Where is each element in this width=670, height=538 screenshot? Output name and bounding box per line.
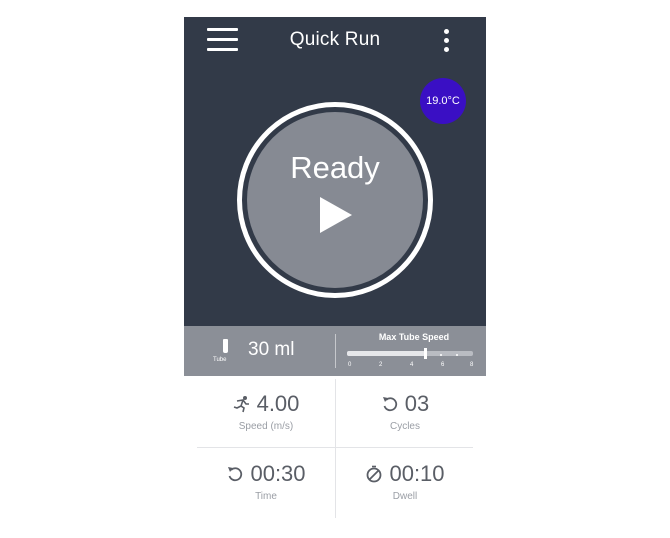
runner-icon (233, 396, 249, 413)
tube-volume[interactable]: 30 ml (248, 339, 294, 361)
divider (197, 447, 473, 448)
more-vertical-icon[interactable] (440, 27, 454, 53)
dwell-value: 00:10 (389, 461, 445, 486)
status-label: Ready (290, 150, 380, 185)
slider-tick: 4 (410, 362, 414, 368)
slider-tick: 6 (441, 362, 445, 368)
speed-label: Speed (m/s) (238, 421, 294, 432)
time-value: 00:30 (250, 461, 306, 486)
cycles-value: 03 (404, 391, 430, 416)
time-label: Time (255, 491, 277, 502)
slider-dot (440, 354, 442, 356)
play-icon (320, 197, 352, 233)
time-cell[interactable]: 00:30 Time (197, 449, 335, 517)
repeat-icon (382, 397, 397, 412)
dwell-label: Dwell (392, 491, 418, 502)
slider-tick: 8 (470, 362, 474, 368)
speed-cell[interactable]: 4.00 Speed (m/s) (197, 379, 335, 447)
app-screen: Quick Run 19.0°C Ready Tube 30 ml Max Tu… (184, 17, 486, 520)
divider (335, 334, 336, 368)
slider-dot (456, 354, 458, 356)
tube-caption: Tube (213, 357, 227, 363)
parameter-grid: 4.00 Speed (m/s) 03 Cycles 00:30 Time 00… (197, 379, 473, 520)
cycles-label: Cycles (389, 421, 420, 432)
app-bar: Quick Run (184, 17, 486, 63)
slider-thumb[interactable] (424, 348, 428, 359)
cycles-cell[interactable]: 03 Cycles (336, 379, 474, 447)
main-panel: Quick Run 19.0°C Ready (184, 17, 486, 326)
slider-tick: 2 (379, 362, 383, 368)
slider-tick: 0 (348, 362, 352, 368)
speed-value: 4.00 (256, 391, 300, 416)
max-speed-slider[interactable] (347, 348, 473, 359)
repeat-icon (228, 467, 243, 482)
slider-fill (347, 351, 426, 356)
dwell-cell[interactable]: 00:10 Dwell (336, 449, 474, 517)
tube-info-bar: Tube 30 ml Max Tube Speed 0 2 4 6 8 (184, 326, 486, 376)
start-button[interactable]: Ready (237, 102, 433, 298)
start-disc: Ready (247, 112, 423, 288)
stopwatch-icon (367, 465, 382, 483)
temperature-badge: 19.0°C (420, 78, 466, 124)
max-speed-title: Max Tube Speed (378, 332, 450, 342)
